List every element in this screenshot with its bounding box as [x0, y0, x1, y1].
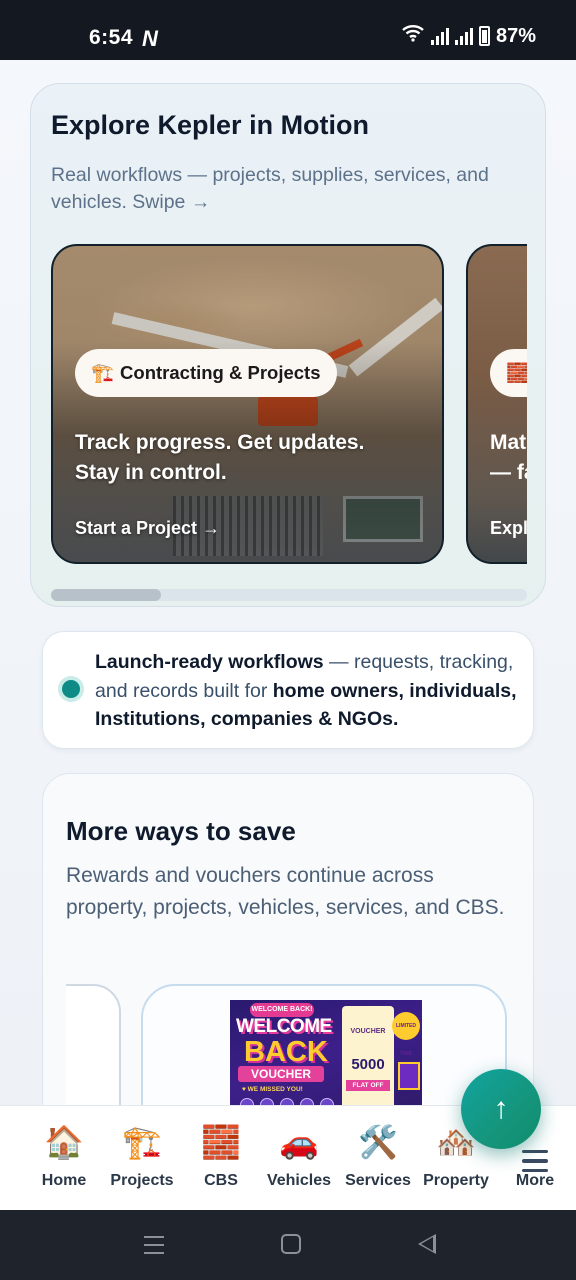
crane-icon: 🏗️ — [91, 362, 115, 383]
nav-label: Home — [41, 1172, 87, 1189]
status-indicators: 87% — [401, 24, 536, 48]
workflow-carousel[interactable]: 🏗️ Contracting & Projects Track progress… — [51, 244, 527, 574]
welcome-back-voucher-image: WELCOME BACK! WELCOME BACK VOUCHER ♥ WE … — [230, 1000, 422, 1105]
explore-title: Explore Kepler in Motion — [51, 110, 370, 140]
limited-time-badge: LIMITED TIME — [392, 1012, 420, 1057]
status-time: 6:54 — [89, 26, 134, 49]
nav-label: Vehicles — [266, 1172, 332, 1189]
category-chip: 🧱 — [490, 349, 527, 397]
nav-label: Services — [345, 1172, 411, 1189]
save-section: More ways to save Rewards and vouchers c… — [42, 773, 534, 1105]
status-bar: 6:54 N 87% — [0, 0, 576, 60]
scroll-to-top-button[interactable]: ↑ — [461, 1069, 541, 1149]
brick-icon: 🧱 — [201, 1124, 241, 1160]
system-nav-bar — [0, 1210, 576, 1280]
chip-label: Contracting & Projects — [120, 362, 321, 383]
wifi-icon — [401, 24, 425, 48]
back-icon[interactable] — [418, 1234, 436, 1254]
save-subtitle: Rewards and vouchers continue across pro… — [66, 864, 505, 919]
crane-icon: 🏗️ — [122, 1124, 162, 1160]
explore-link[interactable]: Expl — [490, 518, 527, 539]
launch-ready-card: Launch-ready workflows — requests, track… — [42, 631, 534, 749]
ticket-amount: 5000 — [351, 1056, 385, 1073]
voucher-missed-text: ♥ WE MISSED YOU! — [242, 1086, 303, 1093]
ticket-flat: FLAT OFF — [346, 1080, 390, 1091]
category-chip: 🏗️ Contracting & Projects — [75, 349, 337, 397]
explore-section: Explore Kepler in Motion Real workflows … — [30, 83, 546, 607]
nav-label: Projects — [110, 1172, 174, 1189]
slide-headline: Mat — fa — [490, 431, 527, 484]
voucher-ticket: VOUCHER 5000 FLAT OFF — [342, 1006, 394, 1105]
home-icon: 🏠 — [44, 1124, 84, 1160]
nav-cbs[interactable]: 🧱 CBS — [181, 1122, 261, 1190]
signal-icon — [430, 27, 449, 45]
launch-ready-text: Launch-ready workflows — requests, track… — [95, 648, 525, 734]
launch-lead: Launch-ready workflows — [95, 651, 324, 673]
slide-contracting-projects[interactable]: 🏗️ Contracting & Projects Track progress… — [51, 244, 444, 564]
nav-vehicles[interactable]: 🚗 Vehicles — [259, 1122, 339, 1190]
explore-subtitle: Real workflows — projects, supplies, ser… — [51, 164, 489, 213]
tools-icon: 🛠️ — [358, 1124, 398, 1160]
nav-services[interactable]: 🛠️ Services — [338, 1122, 418, 1190]
voucher-tag: WELCOME BACK! — [250, 1003, 314, 1017]
carousel-scroll-thumb[interactable] — [51, 589, 161, 601]
voucher-line: WELCOME — [236, 1016, 332, 1037]
slide-materials[interactable]: 🧱 Mat — fa Expl — [466, 244, 527, 564]
gift-icon — [398, 1062, 420, 1090]
nav-label: Property — [423, 1172, 489, 1189]
home-button-icon[interactable] — [281, 1234, 301, 1254]
voucher-icons — [240, 1098, 360, 1105]
ticket-label: VOUCHER — [350, 1028, 386, 1035]
battery-percent: 87% — [495, 24, 536, 47]
notification-icon: N — [142, 26, 158, 51]
nav-projects[interactable]: 🏗️ Projects — [102, 1122, 182, 1190]
battery-icon — [478, 26, 490, 46]
voucher-line: BACK — [244, 1036, 328, 1068]
arrow-up-icon: ↑ — [493, 1092, 509, 1125]
carousel-scrollbar[interactable] — [51, 589, 527, 601]
car-icon: 🚗 — [279, 1124, 319, 1160]
voucher-carousel[interactable]: WELCOME BACK! WELCOME BACK VOUCHER ♥ WE … — [66, 984, 535, 1105]
start-project-link[interactable]: Start a Project → — [75, 518, 220, 539]
brick-icon: 🧱 — [506, 362, 527, 383]
nav-label: CBS — [204, 1172, 238, 1189]
status-dot-icon — [62, 680, 80, 698]
slide-overlay — [53, 246, 442, 562]
recent-apps-icon[interactable] — [144, 1236, 164, 1254]
slide-headline: Track progress. Get updates. Stay in con… — [75, 431, 365, 484]
save-title: More ways to save — [66, 816, 296, 846]
signal-icon-2 — [454, 27, 473, 45]
voucher-card-previous[interactable] — [66, 984, 121, 1105]
nav-label: More — [515, 1172, 555, 1189]
voucher-line: VOUCHER — [238, 1066, 324, 1082]
voucher-card[interactable]: WELCOME BACK! WELCOME BACK VOUCHER ♥ WE … — [141, 984, 507, 1105]
nav-home[interactable]: 🏠 Home — [24, 1122, 104, 1190]
page-content[interactable]: Explore Kepler in Motion Real workflows … — [0, 60, 576, 1105]
